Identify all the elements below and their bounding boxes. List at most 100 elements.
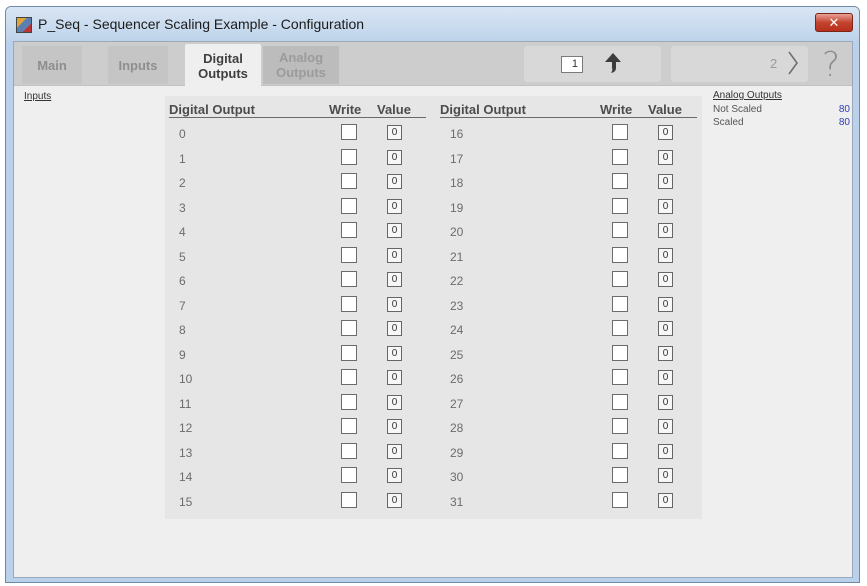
tab-digital-outputs[interactable]: Digital Outputs [185, 44, 261, 87]
table-row: 50 [169, 245, 431, 270]
value-indicator: 0 [658, 370, 673, 385]
table-row: 20 0 [440, 220, 702, 245]
write-checkbox[interactable] [341, 124, 357, 140]
write-checkbox[interactable] [612, 393, 628, 410]
write-checkbox[interactable] [341, 491, 357, 508]
write-checkbox[interactable] [341, 173, 357, 189]
value-indicator: 0 [658, 443, 673, 459]
write-checkbox[interactable] [341, 320, 357, 336]
digital-output-number: 29 [450, 445, 464, 460]
digital-output-number: 7 [179, 298, 186, 313]
chevron-right-icon[interactable] [786, 50, 800, 76]
table-row: 12 0 [169, 416, 431, 441]
header-value: Value [648, 102, 682, 117]
next-page-number: 2 [770, 56, 778, 71]
write-checkbox[interactable] [612, 222, 628, 238]
digital-output-number: 16 [450, 127, 464, 141]
write-checkbox[interactable] [341, 344, 357, 361]
table-row: 22 0 [440, 269, 702, 294]
write-checkbox[interactable] [612, 271, 628, 287]
write-checkbox[interactable] [612, 197, 628, 214]
write-checkbox[interactable] [341, 295, 357, 312]
write-checkbox[interactable] [341, 271, 357, 287]
table-row: 18 0 [440, 171, 702, 196]
page-number-input[interactable]: 1 [561, 56, 583, 73]
faceplate: Main Inputs Digital Outputs Analog Outpu… [13, 41, 853, 578]
write-checkbox[interactable] [612, 467, 628, 483]
digital-output-number: 30 [450, 470, 464, 484]
value-indicator: 0 [658, 223, 673, 238]
up-arrow-icon[interactable] [602, 51, 624, 75]
table-row: 31 0 [440, 490, 702, 515]
title-bar[interactable]: P_Seq - Sequencer Scaling Example - Conf… [6, 7, 859, 41]
write-checkbox[interactable] [341, 467, 357, 483]
value-indicator: 0 [658, 174, 673, 189]
digital-output-number: 10 [179, 372, 193, 386]
tab-main[interactable]: Main [22, 46, 82, 84]
write-checkbox[interactable] [341, 197, 357, 214]
write-checkbox[interactable] [341, 442, 357, 459]
write-checkbox[interactable] [612, 442, 628, 459]
table-row: 40 [169, 220, 431, 245]
table-row: 80 [169, 318, 431, 343]
header-digital-output: Digital Output [440, 102, 526, 117]
write-checkbox[interactable] [612, 295, 628, 312]
digital-output-number: 12 [179, 421, 193, 435]
digital-output-number: 22 [450, 274, 464, 288]
value-indicator: 0 [658, 125, 673, 140]
write-checkbox[interactable] [612, 344, 628, 361]
digital-outputs-panel: Digital Output Write Value 0010203040506… [165, 96, 702, 519]
write-checkbox[interactable] [612, 148, 628, 165]
write-checkbox[interactable] [341, 222, 357, 238]
table-row: 14 0 [169, 465, 431, 490]
digital-output-number: 31 [450, 494, 464, 509]
digital-output-number: 28 [450, 421, 464, 435]
table-row: 60 [169, 269, 431, 294]
write-checkbox[interactable] [612, 124, 628, 140]
table-row: 21 0 [440, 245, 702, 270]
write-checkbox[interactable] [341, 148, 357, 165]
digital-output-number: 4 [179, 225, 186, 239]
tab-inputs[interactable]: Inputs [108, 46, 168, 84]
inputs-link[interactable]: Inputs [24, 91, 51, 102]
analog-outputs-title[interactable]: Analog Outputs [713, 90, 782, 101]
tab-inputs-label: Inputs [118, 57, 158, 73]
value-indicator: 0 [387, 296, 402, 312]
value-indicator: 0 [387, 345, 402, 361]
digital-output-number: 1 [179, 151, 186, 166]
value-indicator: 0 [387, 272, 402, 287]
write-checkbox[interactable] [341, 418, 357, 434]
write-checkbox[interactable] [612, 369, 628, 385]
app-icon [16, 17, 32, 33]
write-checkbox[interactable] [612, 320, 628, 336]
write-checkbox[interactable] [341, 369, 357, 385]
digital-output-number: 20 [450, 225, 464, 239]
digital-output-number: 25 [450, 347, 464, 362]
tab-analog-outputs[interactable]: Analog Outputs [263, 46, 339, 84]
tab-main-label: Main [37, 57, 67, 73]
value-indicator: 0 [658, 394, 673, 410]
write-checkbox[interactable] [612, 173, 628, 189]
table-row: 10 [169, 147, 431, 172]
write-checkbox[interactable] [341, 246, 357, 263]
tab-digital-outputs-label: Digital Outputs [198, 50, 248, 81]
value-indicator: 0 [387, 443, 402, 459]
window-title: P_Seq - Sequencer Scaling Example - Conf… [38, 16, 365, 32]
digital-output-number: 11 [179, 396, 192, 411]
write-checkbox[interactable] [612, 491, 628, 508]
close-button[interactable]: ✕ [815, 13, 853, 32]
write-checkbox[interactable] [612, 246, 628, 263]
value-indicator: 0 [658, 296, 673, 312]
write-checkbox[interactable] [341, 393, 357, 410]
help-icon[interactable]: ? [822, 45, 840, 85]
value-indicator: 0 [658, 468, 673, 483]
table-row: 15 0 [169, 490, 431, 515]
column-header: Digital Output Write Value [169, 98, 426, 118]
analog-output-label: Not Scaled [713, 104, 762, 115]
digital-output-number: 15 [179, 494, 193, 509]
value-indicator: 0 [387, 492, 402, 508]
table-row: 24 0 [440, 318, 702, 343]
value-indicator: 0 [387, 223, 402, 238]
digital-output-number: 24 [450, 323, 464, 337]
write-checkbox[interactable] [612, 418, 628, 434]
